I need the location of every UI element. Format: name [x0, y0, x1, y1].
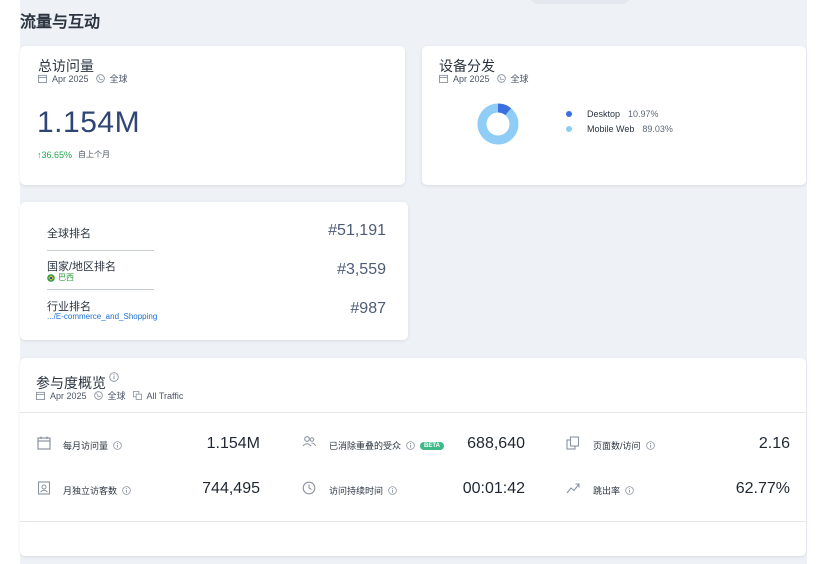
visit-duration-value: 00:01:42	[462, 480, 525, 497]
id-card-icon	[37, 481, 51, 495]
traffic-label: All Traffic	[146, 390, 184, 401]
legend-desktop: Desktop 10.97%	[566, 109, 659, 119]
bounce-rate-value: 62.77%	[735, 480, 790, 497]
legend-name: Desktop	[587, 109, 621, 119]
global-rank-value: #51,191	[328, 222, 386, 239]
rank-divider	[47, 289, 154, 290]
region-label: 全球	[109, 74, 128, 84]
bounce-rate-label: 跳出率	[593, 484, 634, 497]
trend-icon	[566, 483, 580, 494]
total-visits-meta: Apr 2025 全球	[38, 72, 128, 85]
brazil-flag-icon	[47, 273, 55, 282]
metric-label-text: 页面数/访问	[593, 441, 641, 451]
info-icon[interactable]	[645, 441, 655, 450]
legend-value: 10.97%	[628, 109, 659, 119]
page-title: 流量与互动	[20, 14, 101, 31]
total-visits-card: 总访问量 Apr 2025 全球 1.154M ↑36.65% 自上个月	[20, 46, 405, 185]
device-distribution-card: 设备分发 Apr 2025 全球 Desktop 10.97% Mobile W…	[422, 46, 806, 185]
beta-badge: BETA	[420, 441, 444, 450]
total-visits-change: ↑36.65% 自上个月	[37, 149, 110, 160]
deduplicated-audience-label: 已消除重叠的受众 BETA	[329, 439, 444, 452]
visit-duration-label: 访问持续时间	[329, 484, 397, 497]
engagement-card: 参与度概览 Apr 2025 全球 All Traffic 每月访问量 1.15…	[20, 358, 806, 556]
calendar-icon	[38, 74, 47, 83]
legend-dot-mobile-web	[566, 126, 572, 132]
globe-icon	[93, 391, 103, 400]
info-icon[interactable]	[113, 441, 122, 450]
info-icon[interactable]	[625, 486, 634, 495]
country-rank-value: #3,559	[337, 261, 386, 278]
info-icon[interactable]	[388, 486, 397, 495]
monthly-visits-value: 1.154M	[206, 435, 260, 452]
rankings-card: 全球排名 #51,191 国家/地区排名 巴西 #3,559 行业排名 .../…	[20, 202, 408, 340]
legend-name: Mobile Web	[587, 124, 635, 134]
global-rank-label: 全球排名	[47, 228, 91, 240]
globe-icon	[95, 74, 105, 83]
calendar-icon	[439, 74, 448, 83]
metric-label-text: 月独立访客数	[63, 486, 118, 496]
device-donut-chart	[477, 103, 519, 145]
pages-icon	[566, 436, 580, 450]
rank-divider	[47, 250, 154, 251]
monthly-visits-label: 每月访问量	[63, 439, 122, 452]
country-rank-sub[interactable]: 巴西	[47, 272, 74, 283]
donut-slice-mobile[interactable]	[477, 103, 519, 145]
monthly-unique-visitors-label: 月独立访客数	[63, 484, 131, 497]
legend-dot-desktop	[566, 111, 572, 117]
pages-per-visit-value: 2.16	[758, 435, 790, 452]
deduplicated-audience-value: 688,640	[467, 435, 525, 452]
clock-icon	[302, 481, 316, 495]
date-label: Apr 2025	[50, 390, 87, 401]
country-name: 巴西	[58, 273, 74, 282]
top-scroll-pill	[530, 0, 630, 4]
date-label: Apr 2025	[453, 73, 490, 84]
change-percent: ↑36.65%	[37, 149, 73, 160]
region-label: 全球	[107, 391, 126, 401]
region-label: 全球	[510, 74, 529, 84]
metric-label-text: 访问持续时间	[329, 486, 384, 496]
engagement-divider	[20, 412, 806, 413]
date-label: Apr 2025	[52, 73, 89, 84]
engagement-bottom-divider	[20, 521, 806, 522]
traffic-icon	[132, 391, 142, 400]
legend-mobile-web: Mobile Web 89.03%	[566, 124, 673, 134]
change-label: 自上个月	[78, 150, 111, 159]
info-icon[interactable]	[122, 486, 131, 495]
device-distribution-meta: Apr 2025 全球	[439, 72, 529, 85]
metric-label-text: 已消除重叠的受众	[329, 441, 402, 451]
globe-icon	[496, 74, 506, 83]
industry-category: .../E-commerce_and_Shopping	[47, 312, 158, 321]
monthly-unique-visitors-value: 744,495	[202, 480, 260, 497]
users-icon	[302, 436, 316, 447]
engagement-meta: Apr 2025 全球 All Traffic	[36, 389, 183, 402]
legend-value: 89.03%	[642, 124, 673, 134]
info-icon[interactable]	[406, 441, 415, 450]
industry-rank-value: #987	[350, 300, 386, 317]
metric-label-text: 跳出率	[593, 486, 621, 496]
metric-label-text: 每月访问量	[63, 441, 109, 451]
total-visits-value: 1.154M	[37, 106, 141, 139]
calendar-icon	[36, 391, 45, 400]
pages-per-visit-label: 页面数/访问	[593, 439, 655, 452]
calendar-icon	[37, 436, 51, 450]
info-icon[interactable]	[109, 372, 119, 382]
industry-category-link[interactable]: .../E-commerce_and_Shopping	[47, 312, 157, 321]
